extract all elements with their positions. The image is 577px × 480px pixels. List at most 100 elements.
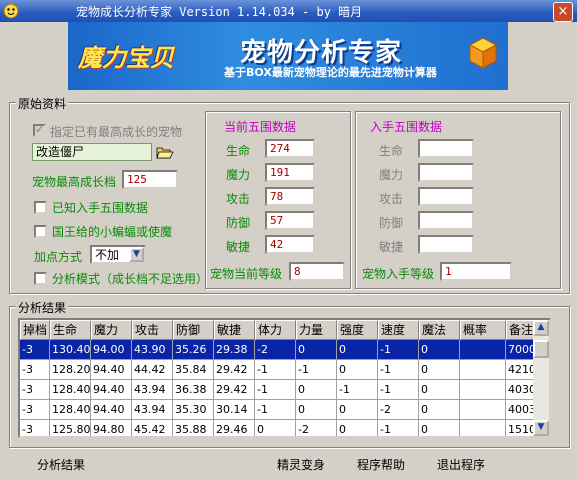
column-header[interactable]: 生命: [50, 320, 91, 340]
designate-max-label: 指定已有最高成长的宠物: [50, 125, 183, 139]
elf-transform-button[interactable]: 精灵变身: [277, 456, 325, 473]
table-cell: 0: [419, 340, 460, 360]
current-def-field[interactable]: 57: [265, 211, 315, 230]
column-header[interactable]: 攻击: [132, 320, 173, 340]
table-cell: -2: [296, 420, 337, 436]
table-row[interactable]: -3 128.40 94.40 43.94 36.38 29.42 -1 0 -…: [20, 380, 536, 400]
max-growth-label: 宠物最高成长档: [32, 175, 117, 189]
table-cell: -3: [20, 380, 50, 400]
exit-button[interactable]: 退出程序: [437, 456, 485, 473]
table-cell: 4030: [506, 380, 536, 400]
table-cell: 125.80: [50, 420, 91, 436]
table-cell: -1: [378, 340, 419, 360]
analyze-button[interactable]: 分析结果: [37, 456, 85, 473]
pet-name-field[interactable]: 改造僵尸: [32, 143, 152, 161]
table-cell: 43.94: [132, 400, 173, 420]
column-header[interactable]: 敏捷: [214, 320, 255, 340]
folder-open-icon[interactable]: [156, 144, 174, 160]
max-growth-field[interactable]: 125: [122, 170, 178, 189]
analysis-mode-checkbox[interactable]: [34, 272, 47, 285]
table-cell: -1: [337, 380, 378, 400]
table-cell: 29.42: [214, 380, 255, 400]
king-bat-label: 国王给的小蝙蝠或使魔: [52, 225, 173, 239]
table-cell: 94.00: [91, 340, 132, 360]
table-cell: 0: [337, 420, 378, 436]
current-stat-label: 攻击: [226, 192, 251, 206]
table-cell: 30.14: [214, 400, 255, 420]
table-cell: [460, 380, 506, 400]
acquired-level-label: 宠物入手等级: [362, 267, 435, 281]
acquired-level-field[interactable]: 1: [440, 262, 512, 281]
results-table[interactable]: 掉档 生命 魔力 攻击 防御 敏捷 体力 力量 强度 速度 魔法 概率 备注 -…: [18, 318, 551, 438]
designate-max-checkbox[interactable]: [33, 123, 46, 137]
table-cell: -1: [378, 380, 419, 400]
column-header[interactable]: 概率: [460, 320, 506, 340]
column-header[interactable]: 防御: [173, 320, 214, 340]
table-cell: 0: [419, 420, 460, 436]
acquired-stat-label: 魔力: [379, 168, 404, 182]
scroll-thumb[interactable]: [533, 340, 549, 358]
current-atk-field[interactable]: 78: [265, 187, 315, 206]
table-cell: -1: [255, 380, 296, 400]
banner-tagline: 基于BOX最新宠物理论的最先进宠物计算器: [224, 66, 437, 79]
current-stat-label: 魔力: [226, 168, 251, 182]
results-scrollbar[interactable]: ▲ ▼: [533, 320, 549, 436]
scroll-down-button[interactable]: ▼: [533, 420, 549, 436]
table-cell: 29.38: [214, 340, 255, 360]
known-stats-checkbox[interactable]: [34, 201, 47, 214]
current-stat-label: 防御: [226, 216, 251, 230]
table-cell: 7000: [506, 340, 536, 360]
banner-logo-text: 魔力宝贝: [78, 44, 174, 72]
column-header[interactable]: 备注: [506, 320, 536, 340]
table-cell: 128.20: [50, 360, 91, 380]
current-mp-field[interactable]: 191: [265, 163, 315, 182]
column-header[interactable]: 速度: [378, 320, 419, 340]
window-title: 宠物成长分析专家 Version 1.14.034 - by 暗月: [76, 5, 363, 19]
acquired-hp-field[interactable]: [418, 139, 474, 158]
acquired-agi-field[interactable]: [418, 235, 474, 254]
table-row[interactable]: -3 128.40 94.40 43.94 35.30 30.14 -1 0 0…: [20, 400, 536, 420]
cube-icon: [468, 37, 498, 69]
table-cell: 0: [419, 400, 460, 420]
acquired-atk-field[interactable]: [418, 187, 474, 206]
current-hp-field[interactable]: 274: [265, 139, 315, 158]
table-cell: 43.90: [132, 340, 173, 360]
analysis-mode-label: 分析模式（成长档不足选用）: [52, 272, 209, 286]
table-row[interactable]: -3 128.20 94.40 44.42 35.84 29.42 -1 -1 …: [20, 360, 536, 380]
current-agi-field[interactable]: 42: [265, 235, 315, 254]
help-button[interactable]: 程序帮助: [357, 456, 405, 473]
acquired-stat-label: 敏捷: [379, 240, 404, 254]
column-header[interactable]: 魔法: [419, 320, 460, 340]
add-method-label: 加点方式: [34, 250, 83, 264]
table-cell: 0: [337, 360, 378, 380]
table-row[interactable]: -3 130.40 94.00 43.90 35.26 29.38 -2 0 0…: [20, 340, 536, 360]
app-icon[interactable]: [2, 2, 20, 20]
current-stats-title: 当前五围数据: [224, 120, 297, 134]
column-header[interactable]: 力量: [296, 320, 337, 340]
king-bat-checkbox[interactable]: [34, 225, 47, 238]
column-header[interactable]: 魔力: [91, 320, 132, 340]
table-cell: 128.40: [50, 380, 91, 400]
table-row[interactable]: -3 125.80 94.80 45.42 35.88 29.46 0 -2 0…: [20, 420, 536, 436]
column-header[interactable]: 强度: [337, 320, 378, 340]
table-cell: 4003: [506, 400, 536, 420]
acquired-stat-label: 生命: [379, 144, 404, 158]
table-cell: [460, 420, 506, 436]
table-cell: 94.40: [91, 360, 132, 380]
table-cell: [460, 340, 506, 360]
scroll-up-button[interactable]: ▲: [533, 320, 549, 336]
current-level-field[interactable]: 8: [289, 262, 345, 281]
add-method-dropdown-button[interactable]: ▼: [129, 247, 144, 262]
table-cell: 94.80: [91, 420, 132, 436]
column-header[interactable]: 体力: [255, 320, 296, 340]
table-cell: 0: [296, 340, 337, 360]
title-bar: 宠物成长分析专家 Version 1.14.034 - by 暗月 ×: [0, 0, 577, 22]
table-cell: -1: [255, 360, 296, 380]
acquired-stat-label: 防御: [379, 216, 404, 230]
column-header[interactable]: 掉档: [20, 320, 50, 340]
close-button[interactable]: ×: [553, 2, 573, 22]
acquired-mp-field[interactable]: [418, 163, 474, 182]
acquired-def-field[interactable]: [418, 211, 474, 230]
known-stats-label: 已知入手五围数据: [52, 201, 149, 215]
table-cell: -3: [20, 360, 50, 380]
